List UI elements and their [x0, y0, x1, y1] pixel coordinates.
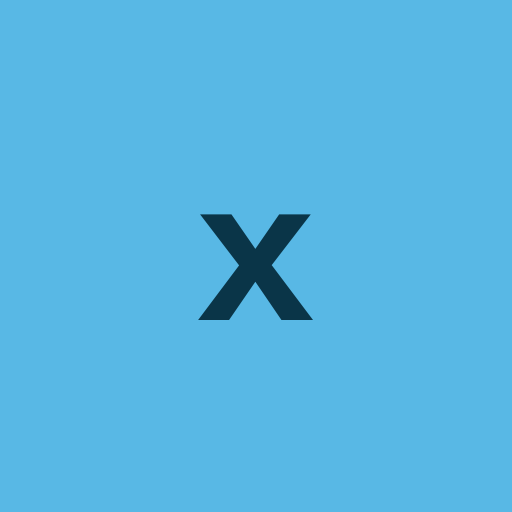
avatar-letter: x [197, 140, 315, 363]
letter-avatar: x [0, 0, 512, 512]
